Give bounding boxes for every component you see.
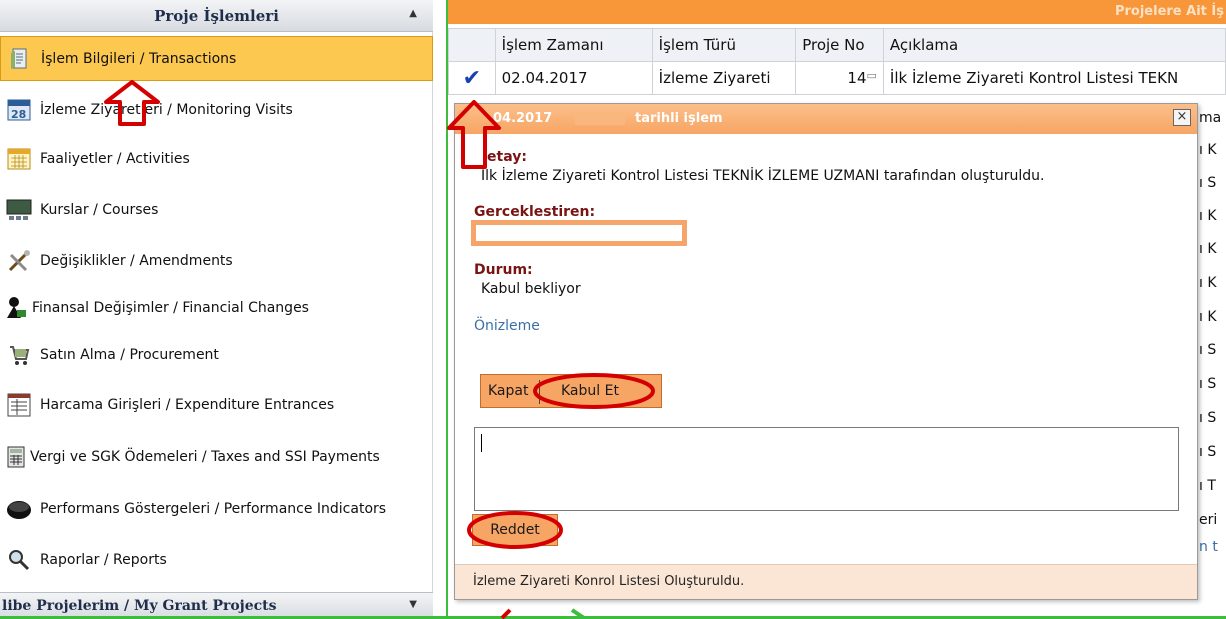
checkmark-icon[interactable]: ✔ (463, 66, 481, 91)
text-cursor (481, 434, 482, 452)
row-fragment: ı S (1199, 342, 1217, 358)
sidebar-item-expenditure-entrances[interactable]: Harcama Girişleri / Expenditure Entrance… (0, 390, 433, 420)
cell-description: İlk İzleme Ziyareti Kontrol Listesi TEKN (882, 61, 1226, 95)
row-fragment: ı T (1199, 478, 1216, 494)
preview-link[interactable]: Önizleme (474, 318, 540, 334)
sidebar-item-label: Değişiklikler / Amendments (40, 253, 233, 269)
reject-reason-textarea[interactable] (474, 427, 1179, 511)
chevron-down-icon[interactable]: ▼ (409, 599, 417, 610)
project-no-value: 14 (847, 69, 867, 87)
row-fragment: ı K (1199, 142, 1217, 158)
performer-label: Gerceklestiren: (474, 204, 596, 220)
redacted-block (575, 113, 625, 125)
sidebar-item-label: Satın Alma / Procurement (40, 347, 219, 363)
row-fragment: ı K (1199, 275, 1217, 291)
action-button-bar: Kapat Kabul Et (480, 374, 662, 408)
sidebar-item-reports[interactable]: Raporlar / Reports (0, 545, 433, 575)
sidebar-item-label: Faaliyetler / Activities (40, 151, 190, 167)
table-header-row: İşlem Zamanı İşlem Türü Proje No Açıklam… (448, 28, 1226, 62)
table-row[interactable]: ✔ 02.04.2017 İzleme Ziyareti 14▭ İlk İzl… (448, 61, 1226, 95)
panel-header-title: Projelere Ait İş (1114, 4, 1224, 19)
status-value: Kabul bekliyor (481, 281, 581, 297)
cell-type: İzleme Ziyareti (651, 61, 797, 95)
sidebar-item-performance-indicators[interactable]: Performans Göstergeleri / Performance In… (0, 490, 433, 528)
transactions-table: İşlem Zamanı İşlem Türü Proje No Açıklam… (448, 28, 1226, 95)
close-icon[interactable]: × (1173, 109, 1191, 126)
detail-text: İlk İzleme Ziyareti Kontrol Listesi TEKN… (481, 168, 1045, 184)
cart-icon (4, 342, 34, 368)
sidebar-item-label: Harcama Girişleri / Expenditure Entrance… (40, 397, 335, 413)
column-header-project-no[interactable]: Proje No (795, 28, 884, 62)
chevron-up-icon[interactable]: ▲ (409, 8, 417, 19)
dialog-title-date: 04.2017 (493, 111, 553, 126)
sidebar-item-taxes[interactable]: Vergi ve SGK Ödemeleri / Taxes and SSI P… (0, 438, 433, 476)
sidebar-item-amendments[interactable]: Değişiklikler / Amendments (0, 246, 433, 276)
sidebar-item-label: Kurslar / Courses (40, 202, 159, 218)
dialog-title-text: tarihli işlem (635, 111, 723, 126)
column-header-select (448, 28, 496, 62)
row-fragment: ı K (1199, 208, 1217, 224)
sidebar-item-procurement[interactable]: Satın Alma / Procurement (0, 340, 433, 370)
ledger-icon (4, 392, 34, 418)
sidebar-header-title: Proje İşlemleri (154, 6, 279, 25)
column-header-date[interactable]: İşlem Zamanı (494, 28, 653, 62)
gauge-icon (4, 496, 34, 522)
row-fragment: ı K (1199, 241, 1217, 257)
row-fragment: ı K (1199, 309, 1217, 325)
transaction-dialog: 04.2017 tarihli işlem × etay: İlk İzleme… (454, 103, 1198, 600)
accept-button[interactable]: Kabul Et (561, 377, 619, 405)
button-separator (539, 380, 540, 404)
close-button[interactable]: Kapat (488, 377, 528, 405)
column-header-description[interactable]: Açıklama (882, 28, 1226, 62)
dialog-footer: İzleme Ziyareti Konrol Listesi Oluşturul… (455, 564, 1197, 599)
reject-button[interactable]: Reddet (472, 514, 558, 546)
row-check-cell[interactable]: ✔ (448, 61, 496, 95)
svg-text:28: 28 (11, 108, 26, 121)
detail-label: etay: (487, 149, 527, 165)
column-header-type[interactable]: İşlem Türü (651, 28, 797, 62)
row-fragment: ı S (1199, 175, 1217, 191)
sidebar-item-label: Raporlar / Reports (40, 552, 167, 568)
status-label: Durum: (474, 262, 533, 278)
document-icon (5, 46, 35, 72)
performer-value-redacted (471, 220, 687, 246)
row-fragment: eri (1199, 512, 1218, 528)
sidebar-footer-title: libe Projelerim / My Grant Projects (2, 598, 277, 614)
dialog-footer-text: İzleme Ziyareti Konrol Listesi Oluşturul… (473, 574, 745, 589)
sidebar-item-label: Finansal Değişimler / Financial Changes (32, 300, 309, 316)
row-fragment: ı S (1199, 444, 1217, 460)
money-icon (4, 295, 28, 321)
cell-project-no: 14▭ (795, 61, 884, 95)
sidebar-item-label: Performans Göstergeleri / Performance In… (40, 500, 387, 517)
sidebar-item-label: İşlem Bilgileri / Transactions (41, 50, 237, 67)
comment-icon[interactable]: ▭ (867, 69, 877, 82)
sidebar-item-label: İzleme Ziyaretleri / Monitoring Visits (40, 102, 293, 118)
row-fragment: n t (1199, 539, 1218, 555)
panel-header: Projelere Ait İş (448, 0, 1226, 24)
sidebar: Proje İşlemleri ▲ İşlem Bilgileri / Tran… (0, 0, 433, 619)
classroom-icon (4, 197, 34, 223)
dialog-title-bar[interactable]: 04.2017 tarihli işlem × (455, 104, 1197, 134)
row-fragment: ı S (1199, 376, 1217, 392)
row-fragment: ı S (1199, 410, 1217, 426)
cell-date: 02.04.2017 (494, 61, 653, 95)
calendar-icon (4, 146, 34, 172)
tools-icon (4, 248, 34, 274)
calendar-28-icon: 28 (4, 97, 34, 123)
sidebar-footer-my-grant-projects[interactable]: libe Projelerim / My Grant Projects ▼ (0, 592, 433, 619)
calculator-icon (4, 444, 28, 470)
sidebar-item-activities[interactable]: Faaliyetler / Activities (0, 144, 433, 174)
sidebar-item-financial-changes[interactable]: Finansal Değişimler / Financial Changes (0, 293, 433, 323)
row-fragment: ma (1199, 110, 1222, 126)
sidebar-item-monitoring-visits[interactable]: 28 İzleme Ziyaretleri / Monitoring Visit… (0, 95, 433, 125)
sidebar-item-transactions[interactable]: İşlem Bilgileri / Transactions (0, 36, 433, 81)
sidebar-item-courses[interactable]: Kurslar / Courses (0, 195, 433, 225)
magnifier-icon (4, 547, 34, 573)
sidebar-header[interactable]: Proje İşlemleri ▲ (0, 0, 433, 32)
sidebar-item-label: Vergi ve SGK Ödemeleri / Taxes and SSI P… (30, 448, 380, 465)
